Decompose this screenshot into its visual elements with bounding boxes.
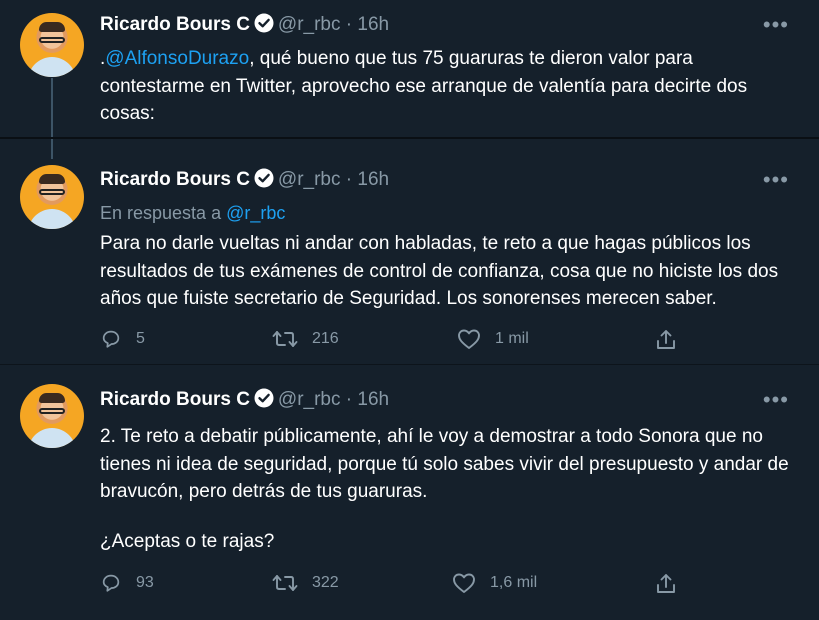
- avatar-shirt: [28, 428, 76, 448]
- like-button[interactable]: 1 mil: [457, 328, 529, 350]
- like-count: 1,6 mil: [490, 574, 538, 591]
- retweet-icon: [272, 331, 298, 347]
- reply-icon: [102, 574, 120, 592]
- heart-icon: [458, 329, 480, 349]
- thread-line: [51, 139, 53, 159]
- tweet-2[interactable]: Ricardo Bours C @r_rbc · 16h ••• En respu…: [0, 139, 819, 363]
- heart-icon: [453, 573, 475, 593]
- reply-count: 5: [136, 330, 145, 347]
- author-handle[interactable]: @r_rbc: [278, 14, 341, 35]
- reply-button[interactable]: 93: [100, 572, 154, 594]
- more-options-icon[interactable]: •••: [763, 14, 789, 36]
- author-handle[interactable]: @r_rbc: [278, 389, 341, 410]
- author-handle[interactable]: @r_rbc: [278, 169, 341, 190]
- author-name[interactable]: Ricardo Bours C: [100, 14, 250, 35]
- tweet-3[interactable]: Ricardo Bours C @r_rbc · 16h ••• 2. Te re…: [0, 365, 819, 620]
- reply-button[interactable]: 5: [100, 328, 145, 350]
- reply-icon: [102, 330, 120, 348]
- tweet-1[interactable]: Ricardo Bours C @r_rbc · 16h ••• .@Alfons…: [0, 0, 819, 138]
- avatar-shirt: [28, 57, 76, 77]
- tweet-actions: 5 216 1 mil: [100, 328, 700, 352]
- avatar[interactable]: [20, 13, 84, 77]
- share-icon: [657, 574, 675, 593]
- retweet-button[interactable]: 216: [272, 328, 339, 350]
- tweet-text: Para no darle vueltas ni andar con habla…: [100, 233, 779, 309]
- tweet-time[interactable]: · 16h: [346, 389, 389, 410]
- avatar-hair: [39, 22, 65, 32]
- retweet-count: 216: [312, 330, 339, 347]
- share-icon: [657, 330, 675, 349]
- tweet-text: 2. Te reto a debatir públicamente, ahí l…: [100, 426, 789, 502]
- reply-label: En respuesta a: [100, 203, 222, 223]
- avatar[interactable]: [20, 384, 84, 448]
- share-button[interactable]: [654, 572, 678, 596]
- retweet-icon: [272, 575, 298, 591]
- verified-badge-icon: [254, 168, 274, 194]
- reply-count: 93: [136, 574, 154, 591]
- thread-line: [51, 78, 53, 138]
- verified-badge-icon: [254, 388, 274, 414]
- share-button[interactable]: [654, 328, 678, 352]
- more-options-icon[interactable]: •••: [763, 389, 789, 411]
- avatar-hair: [39, 174, 65, 184]
- avatar-shirt: [28, 209, 76, 229]
- verified-badge-icon: [254, 13, 274, 39]
- author-name[interactable]: Ricardo Bours C: [100, 389, 250, 410]
- retweet-count: 322: [312, 574, 339, 591]
- avatar-glasses: [39, 189, 65, 195]
- tweet-header: Ricardo Bours C @r_rbc · 16h: [100, 168, 389, 194]
- tweet-actions: 93 322 1,6 mil: [100, 572, 700, 596]
- author-name[interactable]: Ricardo Bours C: [100, 169, 250, 190]
- avatar-glasses: [39, 37, 65, 43]
- tweet-time[interactable]: · 16h: [346, 14, 389, 35]
- tweet-header: Ricardo Bours C @r_rbc · 16h: [100, 13, 389, 39]
- more-options-icon[interactable]: •••: [763, 169, 789, 191]
- like-count: 1 mil: [495, 330, 529, 347]
- avatar-glasses: [39, 408, 65, 414]
- retweet-button[interactable]: 322: [272, 572, 339, 594]
- tweet-text-2: ¿Aceptas o te rajas?: [100, 531, 275, 552]
- like-button[interactable]: 1,6 mil: [452, 572, 537, 594]
- avatar-hair: [39, 393, 65, 403]
- tweet-time[interactable]: · 16h: [346, 169, 389, 190]
- tweet-header: Ricardo Bours C @r_rbc · 16h: [100, 388, 389, 414]
- mention-link[interactable]: @AlfonsoDurazo: [105, 48, 249, 69]
- reply-context: En respuesta a @r_rbc: [100, 203, 285, 224]
- tweet-text: .@AlfonsoDurazo, qué bueno que tus 75 gu…: [100, 45, 800, 128]
- reply-handle-link[interactable]: @r_rbc: [226, 203, 285, 223]
- avatar[interactable]: [20, 165, 84, 229]
